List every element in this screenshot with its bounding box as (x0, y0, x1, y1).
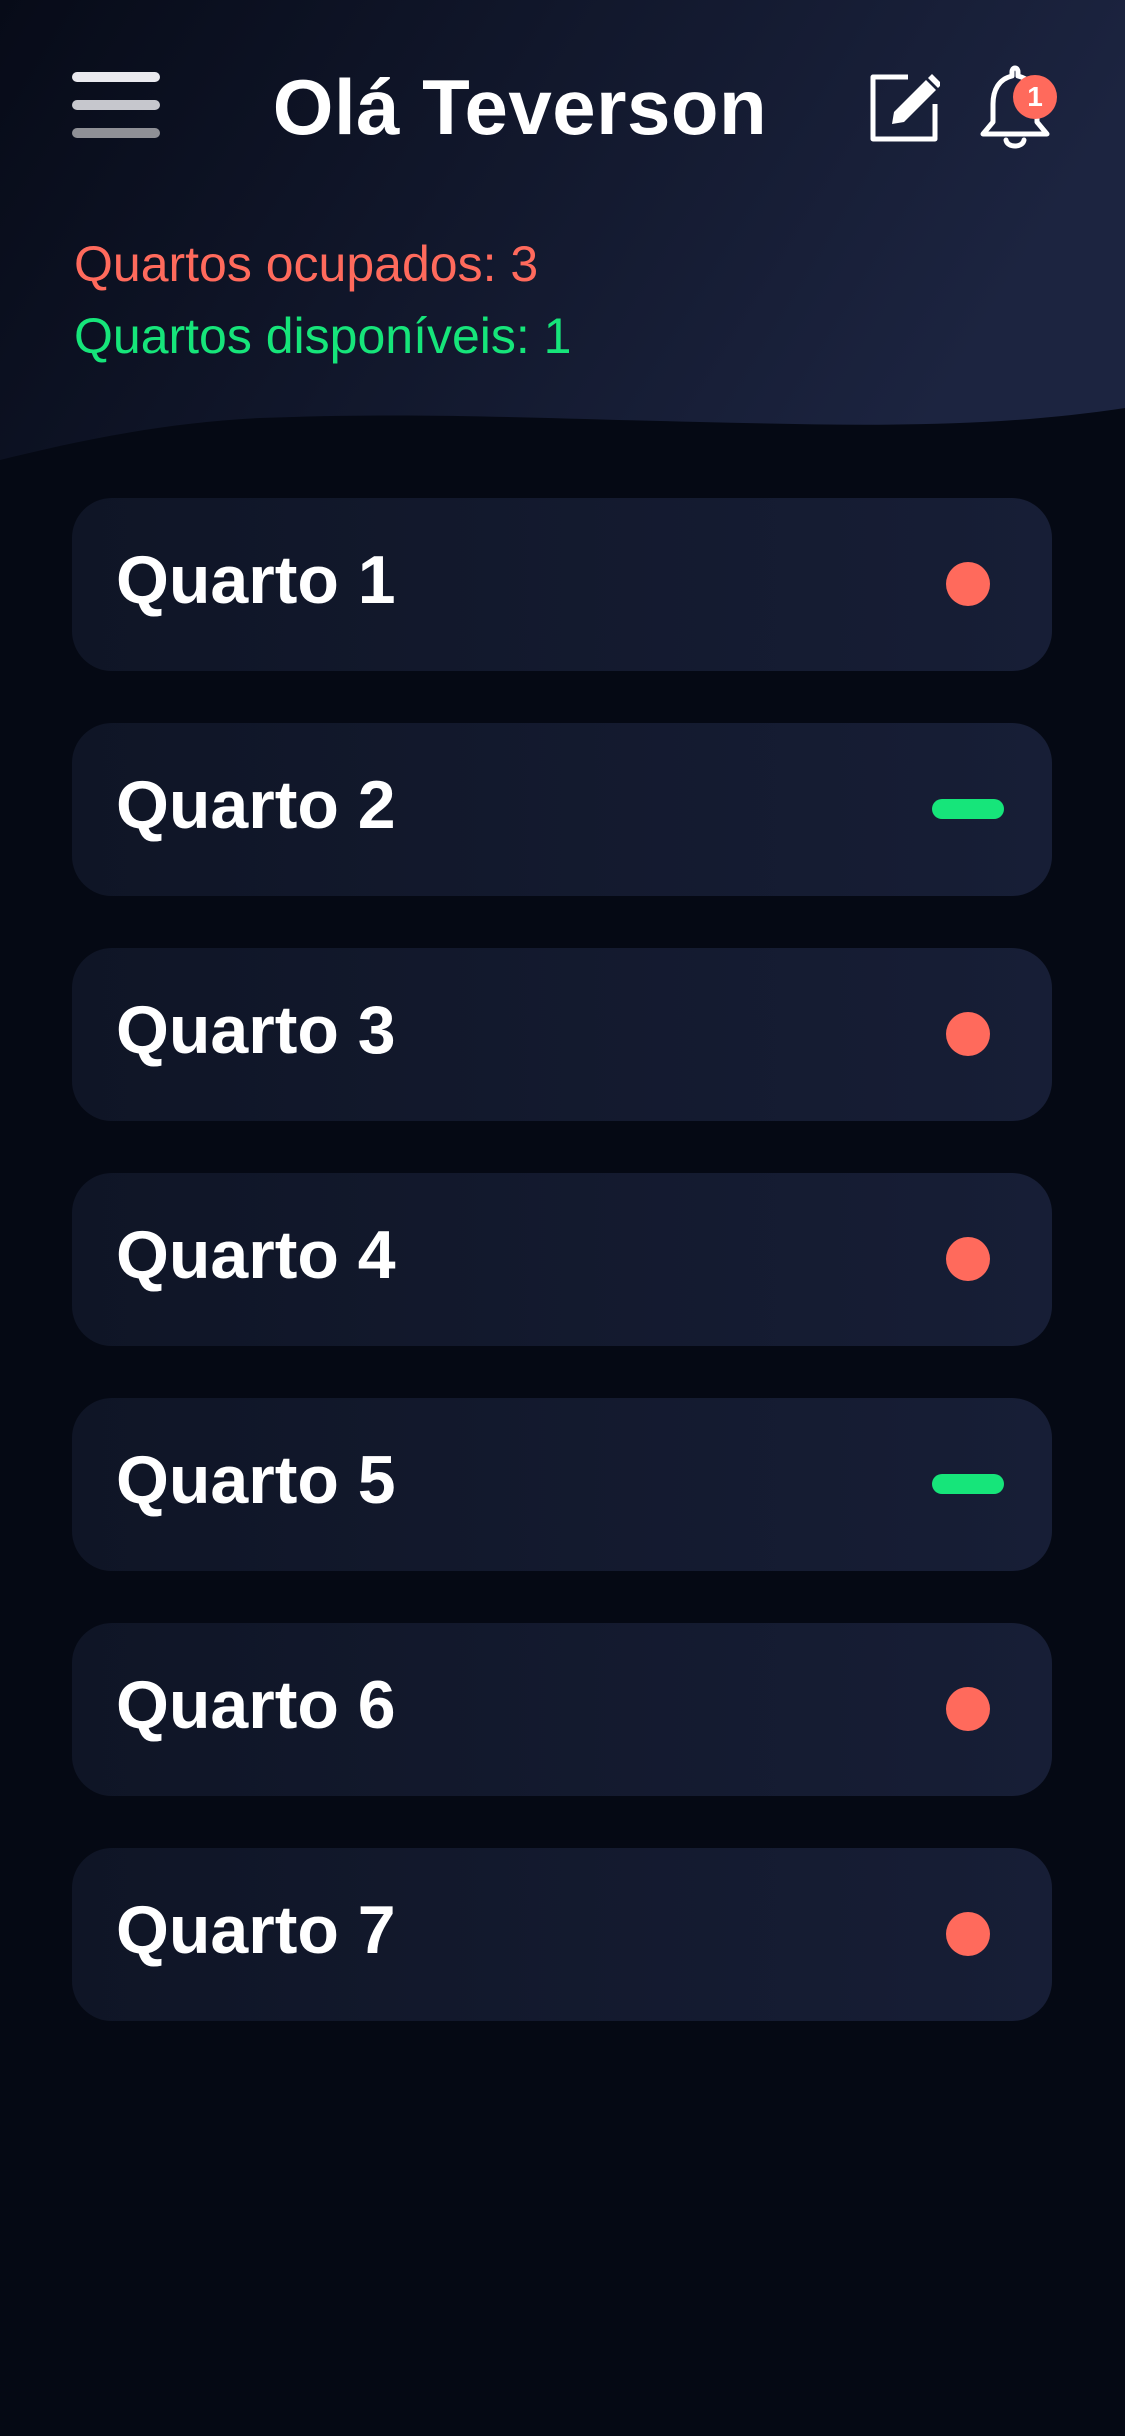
occupied-status-icon (946, 1912, 990, 1956)
room-card-4[interactable]: Quarto 4 (72, 1173, 1052, 1346)
room-name: Quarto 3 (116, 992, 396, 1068)
room-card-3[interactable]: Quarto 3 (72, 948, 1052, 1121)
room-name: Quarto 4 (116, 1217, 396, 1293)
room-name: Quarto 6 (116, 1667, 396, 1743)
room-list: Quarto 1 Quarto 2 Quarto 3 Quarto 4 Quar… (72, 498, 1052, 2073)
room-card-2[interactable]: Quarto 2 (72, 723, 1052, 896)
room-name: Quarto 5 (116, 1442, 396, 1518)
edit-button[interactable] (868, 72, 942, 144)
occupied-status-icon (946, 562, 990, 606)
occupied-rooms-count: Quartos ocupados: 3 (74, 236, 539, 292)
edit-note-icon (870, 74, 942, 142)
menu-button[interactable] (72, 70, 160, 140)
room-card-6[interactable]: Quarto 6 (72, 1623, 1052, 1796)
available-status-icon (932, 1474, 1004, 1494)
available-rooms-count: Quartos disponíveis: 1 (74, 308, 572, 364)
available-status-icon (932, 799, 1004, 819)
room-name: Quarto 7 (116, 1892, 396, 1968)
page-title: Olá Teverson (272, 63, 768, 151)
occupied-status-icon (946, 1237, 990, 1281)
occupied-status-icon (946, 1687, 990, 1731)
room-summary: Quartos ocupados: 3 Quartos disponíveis:… (74, 228, 572, 372)
room-card-1[interactable]: Quarto 1 (72, 498, 1052, 671)
room-name: Quarto 2 (116, 767, 396, 843)
room-card-7[interactable]: Quarto 7 (72, 1848, 1052, 2021)
app-header: Olá Teverson 1 (0, 0, 1125, 215)
notification-badge: 1 (1013, 75, 1057, 119)
room-name: Quarto 1 (116, 542, 396, 618)
room-card-5[interactable]: Quarto 5 (72, 1398, 1052, 1571)
occupied-status-icon (946, 1012, 990, 1056)
